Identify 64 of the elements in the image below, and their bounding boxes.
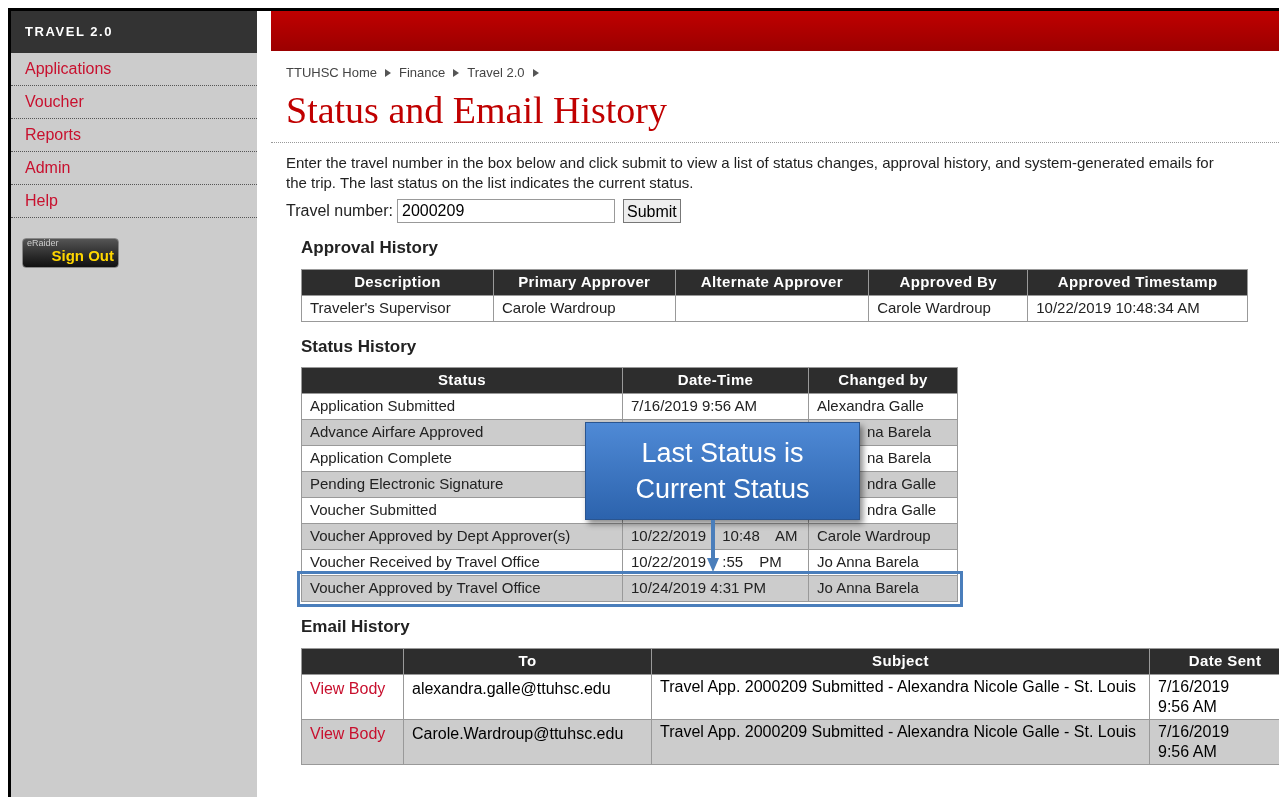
table-cell: Alexandra Galle [817, 397, 924, 415]
table-cell-text: 7/16/2019 9:56 AM [1158, 676, 1231, 717]
column-header: Primary Approver [493, 269, 676, 295]
table-cell: na Barela [867, 449, 932, 467]
table-cell: Carole Wardroup [868, 295, 1028, 321]
column-header: Alternate Approver [675, 269, 869, 295]
section-heading: Approval History [301, 237, 438, 259]
callout-arrow-icon [707, 520, 719, 572]
table-cell: alexandra.galle@ttuhsc.edu [412, 679, 611, 697]
breadcrumb-arrow-icon [532, 68, 539, 77]
sidebar-item[interactable]: Admin [11, 152, 257, 185]
table-cell: Travel App. 2000209 Submitted - Alexandra Nicole Galle - St. Louis [660, 677, 1137, 695]
table-cell: Voucher Approved by Travel Office [310, 579, 541, 597]
section-heading: Status History [301, 335, 417, 358]
table-cell: Voucher Received by Travel Office [310, 553, 540, 571]
column-header: Date Sent [1149, 648, 1279, 674]
table-cell: Pending Electronic Signature [310, 475, 504, 493]
column-header: Changed by [808, 367, 958, 394]
column-header: Approved By [868, 269, 1028, 295]
submit-button[interactable]: Submit [623, 199, 681, 223]
breadcrumb-link[interactable]: Travel 2.0 [467, 63, 525, 83]
sign-out-button[interactable]: eRaider Sign Out [22, 238, 119, 268]
sidebar-title: TRAVEL 2.0 [11, 11, 257, 53]
table-cell: ndra Galle [867, 501, 937, 519]
table-cell: Voucher Approved by Dept Approver(s) [310, 527, 571, 545]
table-cell: Voucher Submitted [310, 501, 437, 519]
table-cell-text: 7/16/2019 9:56 AM [1158, 721, 1231, 762]
column-header: Subject [651, 648, 1150, 674]
column-header: To [403, 648, 652, 674]
callout-box: Last Status is Current Status [585, 422, 860, 520]
table-cell: 7/16/2019 9:56 AM [631, 397, 757, 415]
sidebar-item[interactable]: Reports [11, 119, 257, 152]
table-cell: Jo Anna Barela [817, 579, 919, 597]
table-cell: 10/22/2019 10:48 AM [631, 527, 798, 545]
table-cell: 10/24/2019 4:31 PM [631, 579, 767, 597]
table-cell: Jo Anna Barela [817, 553, 919, 571]
page-title: Status and Email History [286, 87, 669, 133]
sidebar-item[interactable]: Voucher [11, 86, 257, 119]
breadcrumb-link[interactable]: Finance [399, 63, 446, 83]
sidebar-item[interactable]: Help [11, 185, 257, 218]
table-cell: Carole Wardroup [817, 527, 931, 545]
intro-text: Enter the travel number in the box below and click submit to view a list of status changes, approval history, and system-generated emails for the trip. The last status on the list indicates the current status. [286, 153, 1215, 193]
table-cell: 10/22/2019 :55 PM [631, 553, 782, 571]
table-cell: Carole Wardroup [493, 295, 676, 321]
table-cell: Application Complete [310, 449, 452, 467]
table-cell: Carole.Wardroup@ttuhsc.edu [412, 724, 624, 742]
table-cell: 10/22/2019 10:48:34 AM [1027, 295, 1248, 321]
table-cell: Travel App. 2000209 Submitted - Alexandra Nicole Galle - St. Louis [660, 722, 1137, 740]
sidebar-item[interactable]: Applications [11, 53, 257, 86]
table-cell: Advance Airfare Approved [310, 423, 484, 441]
column-header: Status [301, 367, 623, 394]
table-cell: na Barela [867, 423, 932, 441]
breadcrumb-link[interactable]: TTUHSC Home [286, 63, 377, 83]
table-cell: ndra Galle [867, 475, 937, 493]
table-cell: Traveler's Supervisor [301, 295, 494, 321]
column-header: Approved Timestamp [1027, 269, 1248, 295]
section-heading: Email History [301, 616, 410, 638]
field-label: Travel number: [286, 201, 393, 221]
table-cell: Application Submitted [310, 397, 456, 415]
breadcrumb-arrow-icon [385, 68, 391, 77]
travel-number-field[interactable]: 2000209 [397, 199, 615, 223]
column-header: Description [301, 269, 494, 295]
column-header: Date-Time [622, 367, 809, 394]
breadcrumb-arrow-icon [453, 68, 460, 77]
